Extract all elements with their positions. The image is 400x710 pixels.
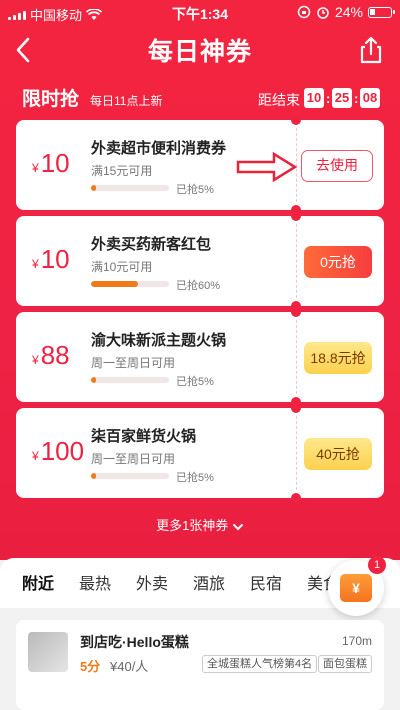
coupon-amount: ¥88 — [32, 340, 70, 371]
coupon-notch — [291, 115, 301, 125]
shop-thumbnail — [28, 632, 68, 672]
shop-name: 到店吃·Hello蛋糕 — [80, 634, 189, 650]
flash-sale-subtitle: 每日11点上新 — [90, 94, 163, 108]
grab-coupon-button[interactable]: 0元抢 — [304, 246, 372, 278]
countdown-seconds: 08 — [360, 88, 380, 108]
coupon-value: 10 — [40, 244, 70, 274]
shop-rating: 5分 — [80, 659, 101, 674]
shop-card[interactable]: 到店吃·Hello蛋糕 170m 5分 ¥40/人 全城蛋糕人气榜第4名 面包蛋… — [16, 620, 384, 710]
coupon-card: ¥10 外卖买药新客红包 满10元可用 已抢60% 0元抢 — [16, 211, 384, 311]
coupon-divider — [296, 416, 297, 490]
coupon-amount: ¥10 — [32, 244, 70, 275]
coupon-value: 88 — [40, 340, 70, 370]
coupon-notch — [291, 211, 301, 221]
share-icon[interactable] — [356, 34, 386, 66]
coupon-divider — [296, 224, 297, 298]
claim-progress-fill — [91, 377, 96, 383]
more-coupons-link[interactable]: 更多1张神券 — [0, 515, 400, 534]
claim-progress-fill — [91, 473, 96, 479]
currency-symbol: ¥ — [32, 353, 39, 367]
claim-progress-bar — [91, 377, 169, 383]
coupon-condition: 满10元可用 — [91, 260, 153, 274]
alarm-icon — [317, 7, 329, 19]
claim-progress-fill — [91, 185, 96, 191]
use-coupon-button[interactable]: 去使用 — [301, 150, 373, 182]
page-title: 每日神券 — [147, 38, 252, 66]
claimed-percent: 已抢5% — [176, 472, 214, 484]
currency-symbol: ¥ — [32, 449, 39, 463]
coupon-amount: ¥100 — [32, 436, 84, 467]
ticket-icon: ¥ — [340, 574, 372, 602]
coupon-name: 外卖买药新客红包 — [91, 236, 212, 253]
countdown-label: 距结束 — [258, 92, 300, 108]
coupon-value: 100 — [40, 436, 85, 466]
coupon-value: 10 — [40, 148, 70, 178]
coupon-card: ¥88 渝大味新派主题火锅 周一至周日可用 已抢5% 18.8元抢 — [16, 307, 384, 407]
chevron-down-icon — [232, 523, 243, 530]
coupon-condition: 周一至周日可用 — [91, 356, 176, 370]
countdown-separator: : — [354, 90, 359, 106]
coupon-card: ¥100 柒百家鲜货火锅 周一至周日可用 已抢5% 40元抢 — [16, 403, 384, 503]
status-bar: 中国移动 下午1:34 24% — [0, 0, 400, 26]
currency-symbol: ¥ — [32, 161, 39, 175]
battery-percent: 24% — [334, 4, 363, 20]
notification-badge: 1 — [368, 556, 386, 574]
shop-distance: 170m — [341, 634, 372, 648]
claim-progress-bar — [91, 473, 169, 479]
coupon-condition: 满15元可用 — [91, 164, 153, 178]
coupon-divider — [296, 320, 297, 394]
lock-rotation-icon — [297, 5, 311, 19]
coupon-notch — [291, 403, 301, 413]
shop-price: ¥40/人 — [110, 659, 149, 674]
battery-icon — [368, 6, 395, 18]
tab-takeout[interactable]: 外卖 — [136, 570, 193, 594]
claim-progress-fill — [91, 281, 138, 287]
currency-symbol: ¥ — [32, 257, 39, 271]
flash-sale-title: 限时抢 — [22, 89, 80, 110]
coupon-notch — [291, 307, 301, 317]
grab-coupon-button[interactable]: 18.8元抢 — [304, 342, 372, 374]
claim-progress-bar — [91, 281, 169, 287]
flash-sale-header: 限时抢 每日11点上新 距结束 10 : 25 : 08 — [22, 84, 380, 114]
claimed-percent: 已抢5% — [176, 376, 214, 388]
claimed-percent: 已抢60% — [176, 280, 221, 292]
claim-progress-bar — [91, 185, 169, 191]
coupon-name: 柒百家鲜货火锅 — [91, 428, 197, 445]
claimed-percent: 已抢5% — [176, 184, 214, 196]
countdown-hours: 10 — [304, 88, 324, 108]
more-coupons-label: 更多1张神券 — [156, 518, 229, 533]
tab-nearby[interactable]: 附近 — [22, 570, 79, 594]
countdown-timer: 10 : 25 : 08 — [304, 88, 380, 108]
shop-rank-tag: 全城蛋糕人气榜第4名 — [202, 655, 318, 673]
coupon-condition: 周一至周日可用 — [91, 452, 176, 466]
shop-category-tag: 面包蛋糕 — [318, 655, 372, 673]
coupon-wallet-button[interactable]: ¥ 1 — [328, 556, 386, 616]
countdown-minutes: 25 — [332, 88, 352, 108]
coupon-amount: ¥10 — [32, 148, 70, 179]
coupon-name: 外卖超市便利消费券 — [91, 140, 227, 157]
coupon-card: ¥10 外卖超市便利消费券 满15元可用 已抢5% 去使用 — [16, 115, 384, 215]
tab-hottest[interactable]: 最热 — [79, 570, 136, 594]
tab-homestay[interactable]: 民宿 — [250, 570, 307, 594]
coupon-notch — [291, 493, 301, 503]
grab-coupon-button[interactable]: 40元抢 — [304, 438, 372, 470]
nav-bar: 每日神券 — [0, 28, 400, 72]
red-arrow-annotation-icon — [236, 151, 298, 183]
tab-hotel-travel[interactable]: 酒旅 — [193, 570, 250, 594]
countdown-separator: : — [326, 90, 331, 106]
coupon-name: 渝大味新派主题火锅 — [91, 332, 227, 349]
